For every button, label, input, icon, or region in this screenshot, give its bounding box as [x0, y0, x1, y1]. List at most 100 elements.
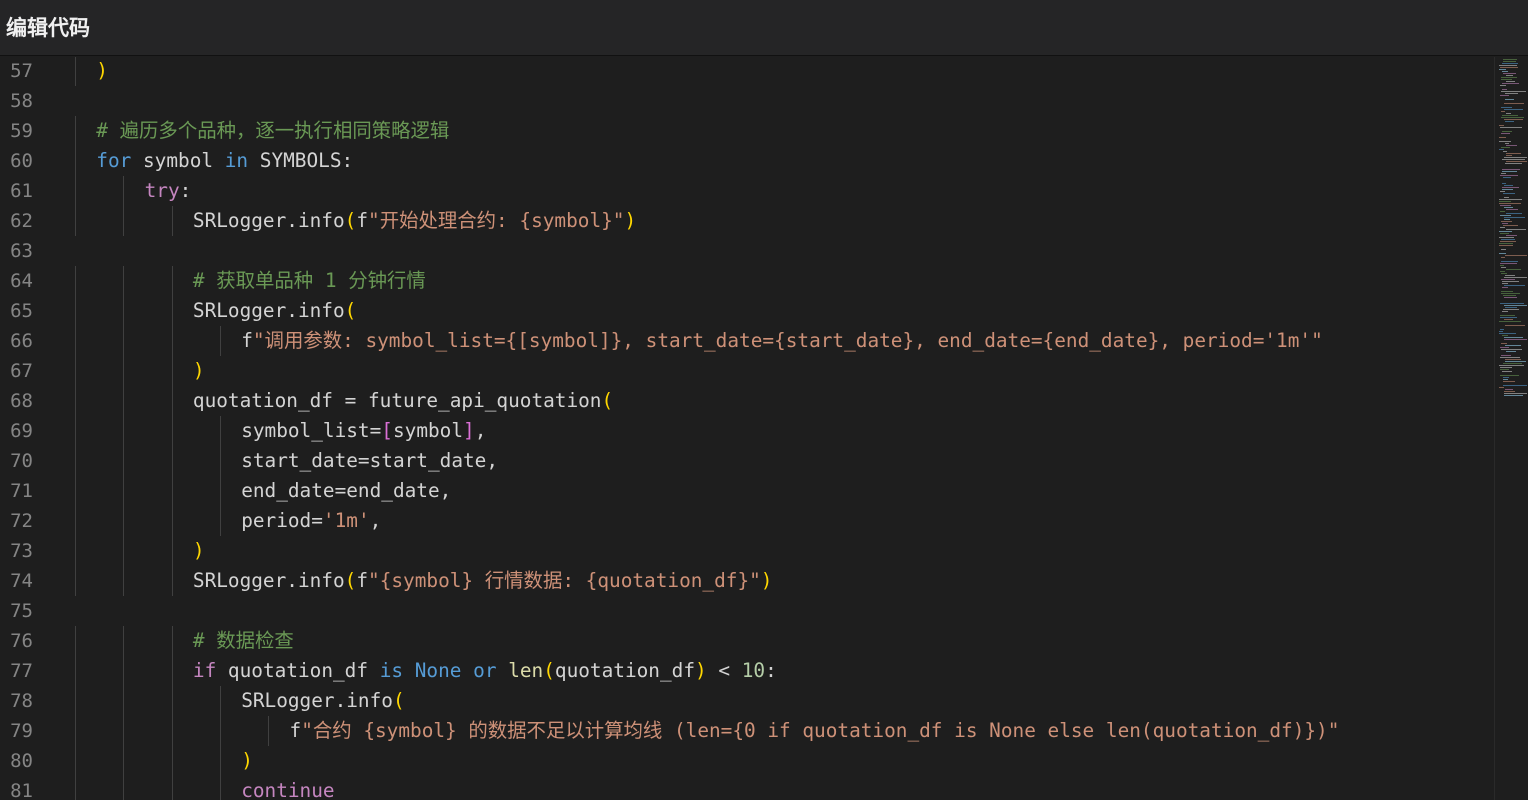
code-line[interactable]: 78 SRLogger.info(	[0, 686, 1494, 716]
line-code[interactable]: # 获取单品种 1 分钟行情	[193, 266, 426, 296]
code-line[interactable]: 58	[0, 86, 1494, 116]
code-line[interactable]: 69 symbol_list=[symbol],	[0, 416, 1494, 446]
minimap-line	[1502, 169, 1520, 170]
line-code[interactable]: )	[193, 536, 205, 566]
minimap-line	[1503, 225, 1518, 226]
code-token: (	[344, 569, 357, 592]
code-line[interactable]: 70 start_date=start_date,	[0, 446, 1494, 476]
minimap-line	[1504, 207, 1513, 208]
code-line[interactable]: 66 f"调用参数: symbol_list={[symbol]}, start_…	[0, 326, 1494, 356]
minimap-line	[1503, 377, 1509, 378]
minimap[interactable]	[1494, 57, 1528, 800]
code-token: "{symbol} 行情数据: {quotation_df}"	[368, 569, 761, 592]
minimap-line	[1500, 375, 1519, 376]
minimap-line	[1500, 191, 1505, 192]
code-line[interactable]: 59 # 遍历多个品种，逐一执行相同策略逻辑	[0, 116, 1494, 146]
line-code[interactable]: )	[96, 57, 108, 86]
line-number: 62	[10, 210, 33, 232]
code-line[interactable]: 63	[0, 236, 1494, 266]
code-line[interactable]: 67)	[0, 356, 1494, 386]
line-code[interactable]: SRLogger.info(f"{symbol} 行情数据: {quotatio…	[193, 566, 773, 596]
minimap-line	[1501, 221, 1512, 222]
code-editor[interactable]: 57) 58 59 # 遍历多个品种，逐一执行相同策略逻辑 60 for symbol i…	[0, 57, 1494, 800]
line-code[interactable]: symbol_list=[symbol],	[241, 416, 486, 446]
line-code[interactable]: period='1m',	[241, 506, 381, 536]
line-number: 79	[10, 720, 33, 742]
code-line[interactable]: 74 SRLogger.info(f"{symbol} 行情数据: {quotat…	[0, 566, 1494, 596]
code-token: (	[601, 389, 614, 412]
line-code[interactable]: for symbol in SYMBOLS:	[96, 146, 353, 176]
code-token: 10	[741, 659, 766, 682]
code-line[interactable]: 77 if quotation_df is None or len(quotati…	[0, 656, 1494, 686]
code-line[interactable]: 60 for symbol in SYMBOLS:	[0, 146, 1494, 176]
code-line[interactable]: 57)	[0, 57, 1494, 86]
minimap-line	[1504, 103, 1524, 104]
indent-guide	[75, 626, 76, 656]
line-code[interactable]: # 数据检查	[193, 626, 294, 656]
minimap-line	[1500, 367, 1512, 368]
code-line[interactable]: 61 try:	[0, 176, 1494, 206]
code-token: )	[192, 359, 205, 382]
code-line[interactable]: 79 f"合约 {symbol} 的数据不足以计算均线 (len={0 if qu…	[0, 716, 1494, 746]
minimap-line	[1499, 199, 1522, 200]
code-line[interactable]: 80)	[0, 746, 1494, 776]
line-code[interactable]: end_date=end_date,	[241, 476, 451, 506]
minimap-line	[1500, 329, 1504, 330]
minimap-line	[1503, 73, 1516, 74]
minimap-line	[1504, 393, 1527, 394]
code-line[interactable]: 73)	[0, 536, 1494, 566]
minimap-line	[1502, 283, 1508, 284]
indent-guide	[123, 476, 125, 506]
code-line[interactable]: 75	[0, 596, 1494, 626]
code-line[interactable]: 76 # 数据检查	[0, 626, 1494, 656]
line-code[interactable]: # 遍历多个品种，逐一执行相同策略逻辑	[96, 116, 449, 146]
line-code[interactable]: f"调用参数: symbol_list={[symbol]}, start_da…	[241, 326, 1323, 356]
minimap-line	[1501, 267, 1506, 268]
minimap-line	[1501, 291, 1513, 292]
code-line[interactable]: 72 period='1m',	[0, 506, 1494, 536]
indent-guide	[75, 686, 76, 716]
minimap-line	[1502, 311, 1508, 312]
title-bar: 编辑代码	[0, 0, 1528, 56]
line-code[interactable]: )	[193, 356, 205, 386]
code-token: ]	[463, 419, 475, 442]
minimap-line	[1499, 141, 1511, 142]
code-token: f	[289, 719, 302, 742]
minimap-line	[1502, 171, 1517, 172]
line-code[interactable]: quotation_df = future_api_quotation(	[193, 386, 613, 416]
code-token: )	[624, 209, 637, 232]
code-token: f	[356, 209, 369, 232]
minimap-line	[1506, 153, 1521, 154]
minimap-line	[1500, 211, 1505, 212]
minimap-line	[1502, 371, 1512, 372]
line-code[interactable]: continue	[241, 776, 334, 800]
minimap-line	[1502, 89, 1507, 90]
code-line[interactable]: 71 end_date=end_date,	[0, 476, 1494, 506]
code-line[interactable]: 62 SRLogger.info(f"开始处理合约: {symbol}")	[0, 206, 1494, 236]
line-code[interactable]: SRLogger.info(	[241, 686, 404, 716]
code-line[interactable]: 68 quotation_df = future_api_quotation(	[0, 386, 1494, 416]
indent-guide	[123, 716, 125, 746]
minimap-line	[1506, 161, 1527, 162]
line-code[interactable]: if quotation_df is None or len(quotation…	[193, 656, 777, 686]
line-code[interactable]: f"合约 {symbol} 的数据不足以计算均线 (len={0 if quot…	[290, 716, 1340, 746]
line-number: 74	[10, 570, 33, 592]
line-code[interactable]: )	[241, 746, 253, 776]
code-line[interactable]: 81 continue	[0, 776, 1494, 800]
minimap-line	[1499, 203, 1521, 204]
code-token: (	[344, 209, 357, 232]
code-line[interactable]: 64 # 获取单品种 1 分钟行情	[0, 266, 1494, 296]
code-line[interactable]: 65 SRLogger.info(	[0, 296, 1494, 326]
minimap-line	[1501, 173, 1506, 174]
minimap-line	[1500, 215, 1511, 216]
line-code[interactable]: try:	[145, 176, 192, 206]
minimap-line	[1502, 83, 1519, 84]
code-token: "调用参数: symbol_list={[symbol]}, start_dat…	[252, 329, 1323, 352]
minimap-line	[1501, 293, 1520, 294]
minimap-line	[1500, 315, 1515, 316]
minimap-line	[1501, 107, 1512, 108]
indent-guide	[123, 776, 125, 800]
line-code[interactable]: SRLogger.info(f"开始处理合约: {symbol}")	[193, 206, 636, 236]
line-code[interactable]: start_date=start_date,	[241, 446, 498, 476]
line-code[interactable]: SRLogger.info(	[193, 296, 356, 326]
